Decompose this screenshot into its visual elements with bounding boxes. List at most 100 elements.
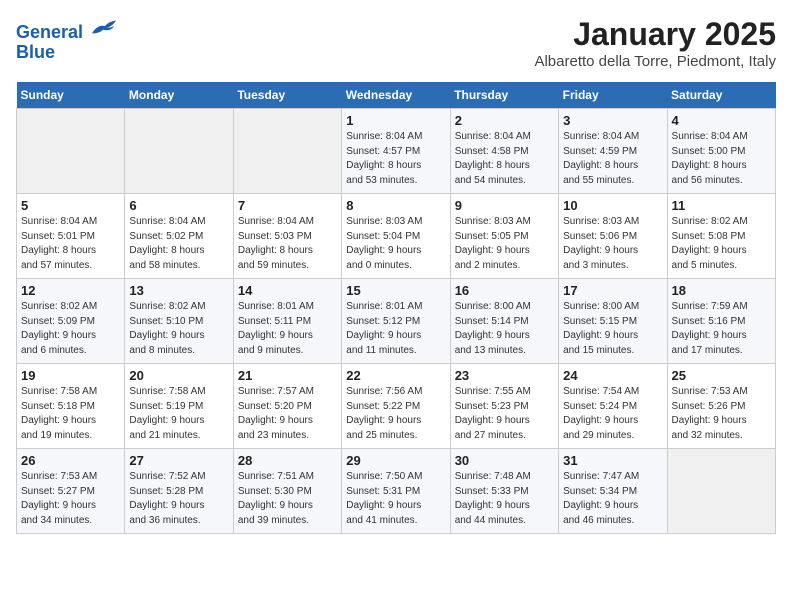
day-info: Sunrise: 8:04 AM Sunset: 5:03 PM Dayligh… (238, 215, 337, 273)
day-number: 1 (346, 113, 445, 128)
calendar-cell: 19Sunrise: 7:58 AM Sunset: 5:18 PM Dayli… (17, 364, 125, 449)
calendar-header: SundayMondayTuesdayWednesdayThursdayFrid… (17, 82, 776, 109)
calendar-cell: 31 Sunrise: 7:47 AM Sunset: 5:34 PM Dayli… (559, 449, 667, 534)
calendar-week-1: 1 Sunrise: 8:04 AM Sunset: 4:57 PM Daylig… (17, 109, 776, 194)
location: Albaretto della Torre, Piedmont, Italy (534, 53, 776, 70)
calendar-cell: 12 Sunrise: 8:02 AM Sunset: 5:09 PM Dayli… (17, 279, 125, 364)
calendar-cell: 14 Sunrise: 8:01 AM Sunset: 5:11 PM Dayli… (233, 279, 341, 364)
calendar-week-3: 12 Sunrise: 8:02 AM Sunset: 5:09 PM Dayli… (17, 279, 776, 364)
calendar-cell: 4 Sunrise: 8:04 AM Sunset: 5:00 PM Daylig… (667, 109, 775, 194)
logo-text: General Blue (16, 16, 118, 63)
weekday-header-thursday: Thursday (450, 82, 558, 109)
calendar-table: SundayMondayTuesdayWednesdayThursdayFrid… (16, 82, 776, 534)
day-number: 23 (455, 368, 554, 383)
day-number: 26 (21, 453, 120, 468)
day-info: Sunrise: 8:03 AM Sunset: 5:05 PM Dayligh… (455, 215, 554, 273)
weekday-row: SundayMondayTuesdayWednesdayThursdayFrid… (17, 82, 776, 109)
calendar-week-4: 19Sunrise: 7:58 AM Sunset: 5:18 PM Dayli… (17, 364, 776, 449)
day-number: 21 (238, 368, 337, 383)
day-info: Sunrise: 7:58 AM Sunset: 5:19 PM Dayligh… (129, 385, 228, 443)
calendar-cell: 15 Sunrise: 8:01 AM Sunset: 5:12 PM Dayli… (342, 279, 450, 364)
day-number: 12 (21, 283, 120, 298)
day-info: Sunrise: 7:53 AM Sunset: 5:26 PM Dayligh… (672, 385, 771, 443)
day-number: 25 (672, 368, 771, 383)
day-info: Sunrise: 8:01 AM Sunset: 5:12 PM Dayligh… (346, 300, 445, 358)
calendar-cell: 8Sunrise: 8:03 AM Sunset: 5:04 PM Daylig… (342, 194, 450, 279)
calendar-cell: 10Sunrise: 8:03 AM Sunset: 5:06 PM Dayli… (559, 194, 667, 279)
day-number: 6 (129, 198, 228, 213)
day-info: Sunrise: 8:04 AM Sunset: 5:00 PM Dayligh… (672, 130, 771, 188)
calendar-cell (125, 109, 233, 194)
month-title: January 2025 (534, 16, 776, 53)
day-info: Sunrise: 8:02 AM Sunset: 5:09 PM Dayligh… (21, 300, 120, 358)
logo-bird-icon (90, 16, 118, 38)
day-info: Sunrise: 8:03 AM Sunset: 5:06 PM Dayligh… (563, 215, 662, 273)
calendar-cell: 11Sunrise: 8:02 AM Sunset: 5:08 PM Dayli… (667, 194, 775, 279)
calendar-cell (17, 109, 125, 194)
weekday-header-tuesday: Tuesday (233, 82, 341, 109)
day-number: 14 (238, 283, 337, 298)
calendar-cell: 20 Sunrise: 7:58 AM Sunset: 5:19 PM Dayli… (125, 364, 233, 449)
day-number: 31 (563, 453, 662, 468)
calendar-cell: 6 Sunrise: 8:04 AM Sunset: 5:02 PM Daylig… (125, 194, 233, 279)
day-info: Sunrise: 8:03 AM Sunset: 5:04 PM Dayligh… (346, 215, 445, 273)
weekday-header-wednesday: Wednesday (342, 82, 450, 109)
day-number: 4 (672, 113, 771, 128)
calendar-cell: 7 Sunrise: 8:04 AM Sunset: 5:03 PM Daylig… (233, 194, 341, 279)
weekday-header-saturday: Saturday (667, 82, 775, 109)
weekday-header-sunday: Sunday (17, 82, 125, 109)
day-info: Sunrise: 7:48 AM Sunset: 5:33 PM Dayligh… (455, 470, 554, 528)
calendar-body: 1 Sunrise: 8:04 AM Sunset: 4:57 PM Daylig… (17, 109, 776, 534)
day-number: 24 (563, 368, 662, 383)
calendar-cell: 22 Sunrise: 7:56 AM Sunset: 5:22 PM Dayli… (342, 364, 450, 449)
day-number: 13 (129, 283, 228, 298)
calendar-cell: 16 Sunrise: 8:00 AM Sunset: 5:14 PM Dayli… (450, 279, 558, 364)
day-number: 29 (346, 453, 445, 468)
calendar-cell: 21Sunrise: 7:57 AM Sunset: 5:20 PM Dayli… (233, 364, 341, 449)
day-info: Sunrise: 7:51 AM Sunset: 5:30 PM Dayligh… (238, 470, 337, 528)
weekday-header-monday: Monday (125, 82, 233, 109)
day-number: 30 (455, 453, 554, 468)
calendar-week-2: 5 Sunrise: 8:04 AM Sunset: 5:01 PM Daylig… (17, 194, 776, 279)
day-number: 15 (346, 283, 445, 298)
day-number: 20 (129, 368, 228, 383)
day-info: Sunrise: 7:54 AM Sunset: 5:24 PM Dayligh… (563, 385, 662, 443)
day-info: Sunrise: 8:00 AM Sunset: 5:14 PM Dayligh… (455, 300, 554, 358)
calendar-cell: 1 Sunrise: 8:04 AM Sunset: 4:57 PM Daylig… (342, 109, 450, 194)
day-number: 27 (129, 453, 228, 468)
day-number: 2 (455, 113, 554, 128)
calendar-cell: 25 Sunrise: 7:53 AM Sunset: 5:26 PM Dayli… (667, 364, 775, 449)
day-info: Sunrise: 7:50 AM Sunset: 5:31 PM Dayligh… (346, 470, 445, 528)
day-info: Sunrise: 8:04 AM Sunset: 5:01 PM Dayligh… (21, 215, 120, 273)
day-number: 16 (455, 283, 554, 298)
day-info: Sunrise: 7:56 AM Sunset: 5:22 PM Dayligh… (346, 385, 445, 443)
calendar-cell (233, 109, 341, 194)
day-info: Sunrise: 8:04 AM Sunset: 4:58 PM Dayligh… (455, 130, 554, 188)
calendar-cell (667, 449, 775, 534)
day-info: Sunrise: 7:47 AM Sunset: 5:34 PM Dayligh… (563, 470, 662, 528)
day-info: Sunrise: 8:04 AM Sunset: 4:57 PM Dayligh… (346, 130, 445, 188)
logo: General Blue (16, 16, 118, 63)
page-header: General Blue January 2025 Albaretto dell… (16, 16, 776, 70)
title-block: January 2025 Albaretto della Torre, Pied… (534, 16, 776, 70)
calendar-cell: 24 Sunrise: 7:54 AM Sunset: 5:24 PM Dayli… (559, 364, 667, 449)
day-info: Sunrise: 7:52 AM Sunset: 5:28 PM Dayligh… (129, 470, 228, 528)
day-number: 7 (238, 198, 337, 213)
day-info: Sunrise: 8:01 AM Sunset: 5:11 PM Dayligh… (238, 300, 337, 358)
calendar-cell: 17Sunrise: 8:00 AM Sunset: 5:15 PM Dayli… (559, 279, 667, 364)
day-number: 3 (563, 113, 662, 128)
day-info: Sunrise: 8:02 AM Sunset: 5:08 PM Dayligh… (672, 215, 771, 273)
logo-blue: Blue (16, 42, 55, 62)
calendar-cell: 27 Sunrise: 7:52 AM Sunset: 5:28 PM Dayli… (125, 449, 233, 534)
day-info: Sunrise: 7:55 AM Sunset: 5:23 PM Dayligh… (455, 385, 554, 443)
day-info: Sunrise: 8:04 AM Sunset: 5:02 PM Dayligh… (129, 215, 228, 273)
day-number: 22 (346, 368, 445, 383)
day-number: 17 (563, 283, 662, 298)
calendar-cell: 23 Sunrise: 7:55 AM Sunset: 5:23 PM Dayli… (450, 364, 558, 449)
calendar-cell: 3Sunrise: 8:04 AM Sunset: 4:59 PM Daylig… (559, 109, 667, 194)
day-number: 5 (21, 198, 120, 213)
day-number: 19 (21, 368, 120, 383)
calendar-cell: 9Sunrise: 8:03 AM Sunset: 5:05 PM Daylig… (450, 194, 558, 279)
calendar-cell: 18Sunrise: 7:59 AM Sunset: 5:16 PM Dayli… (667, 279, 775, 364)
calendar-cell: 26Sunrise: 7:53 AM Sunset: 5:27 PM Dayli… (17, 449, 125, 534)
